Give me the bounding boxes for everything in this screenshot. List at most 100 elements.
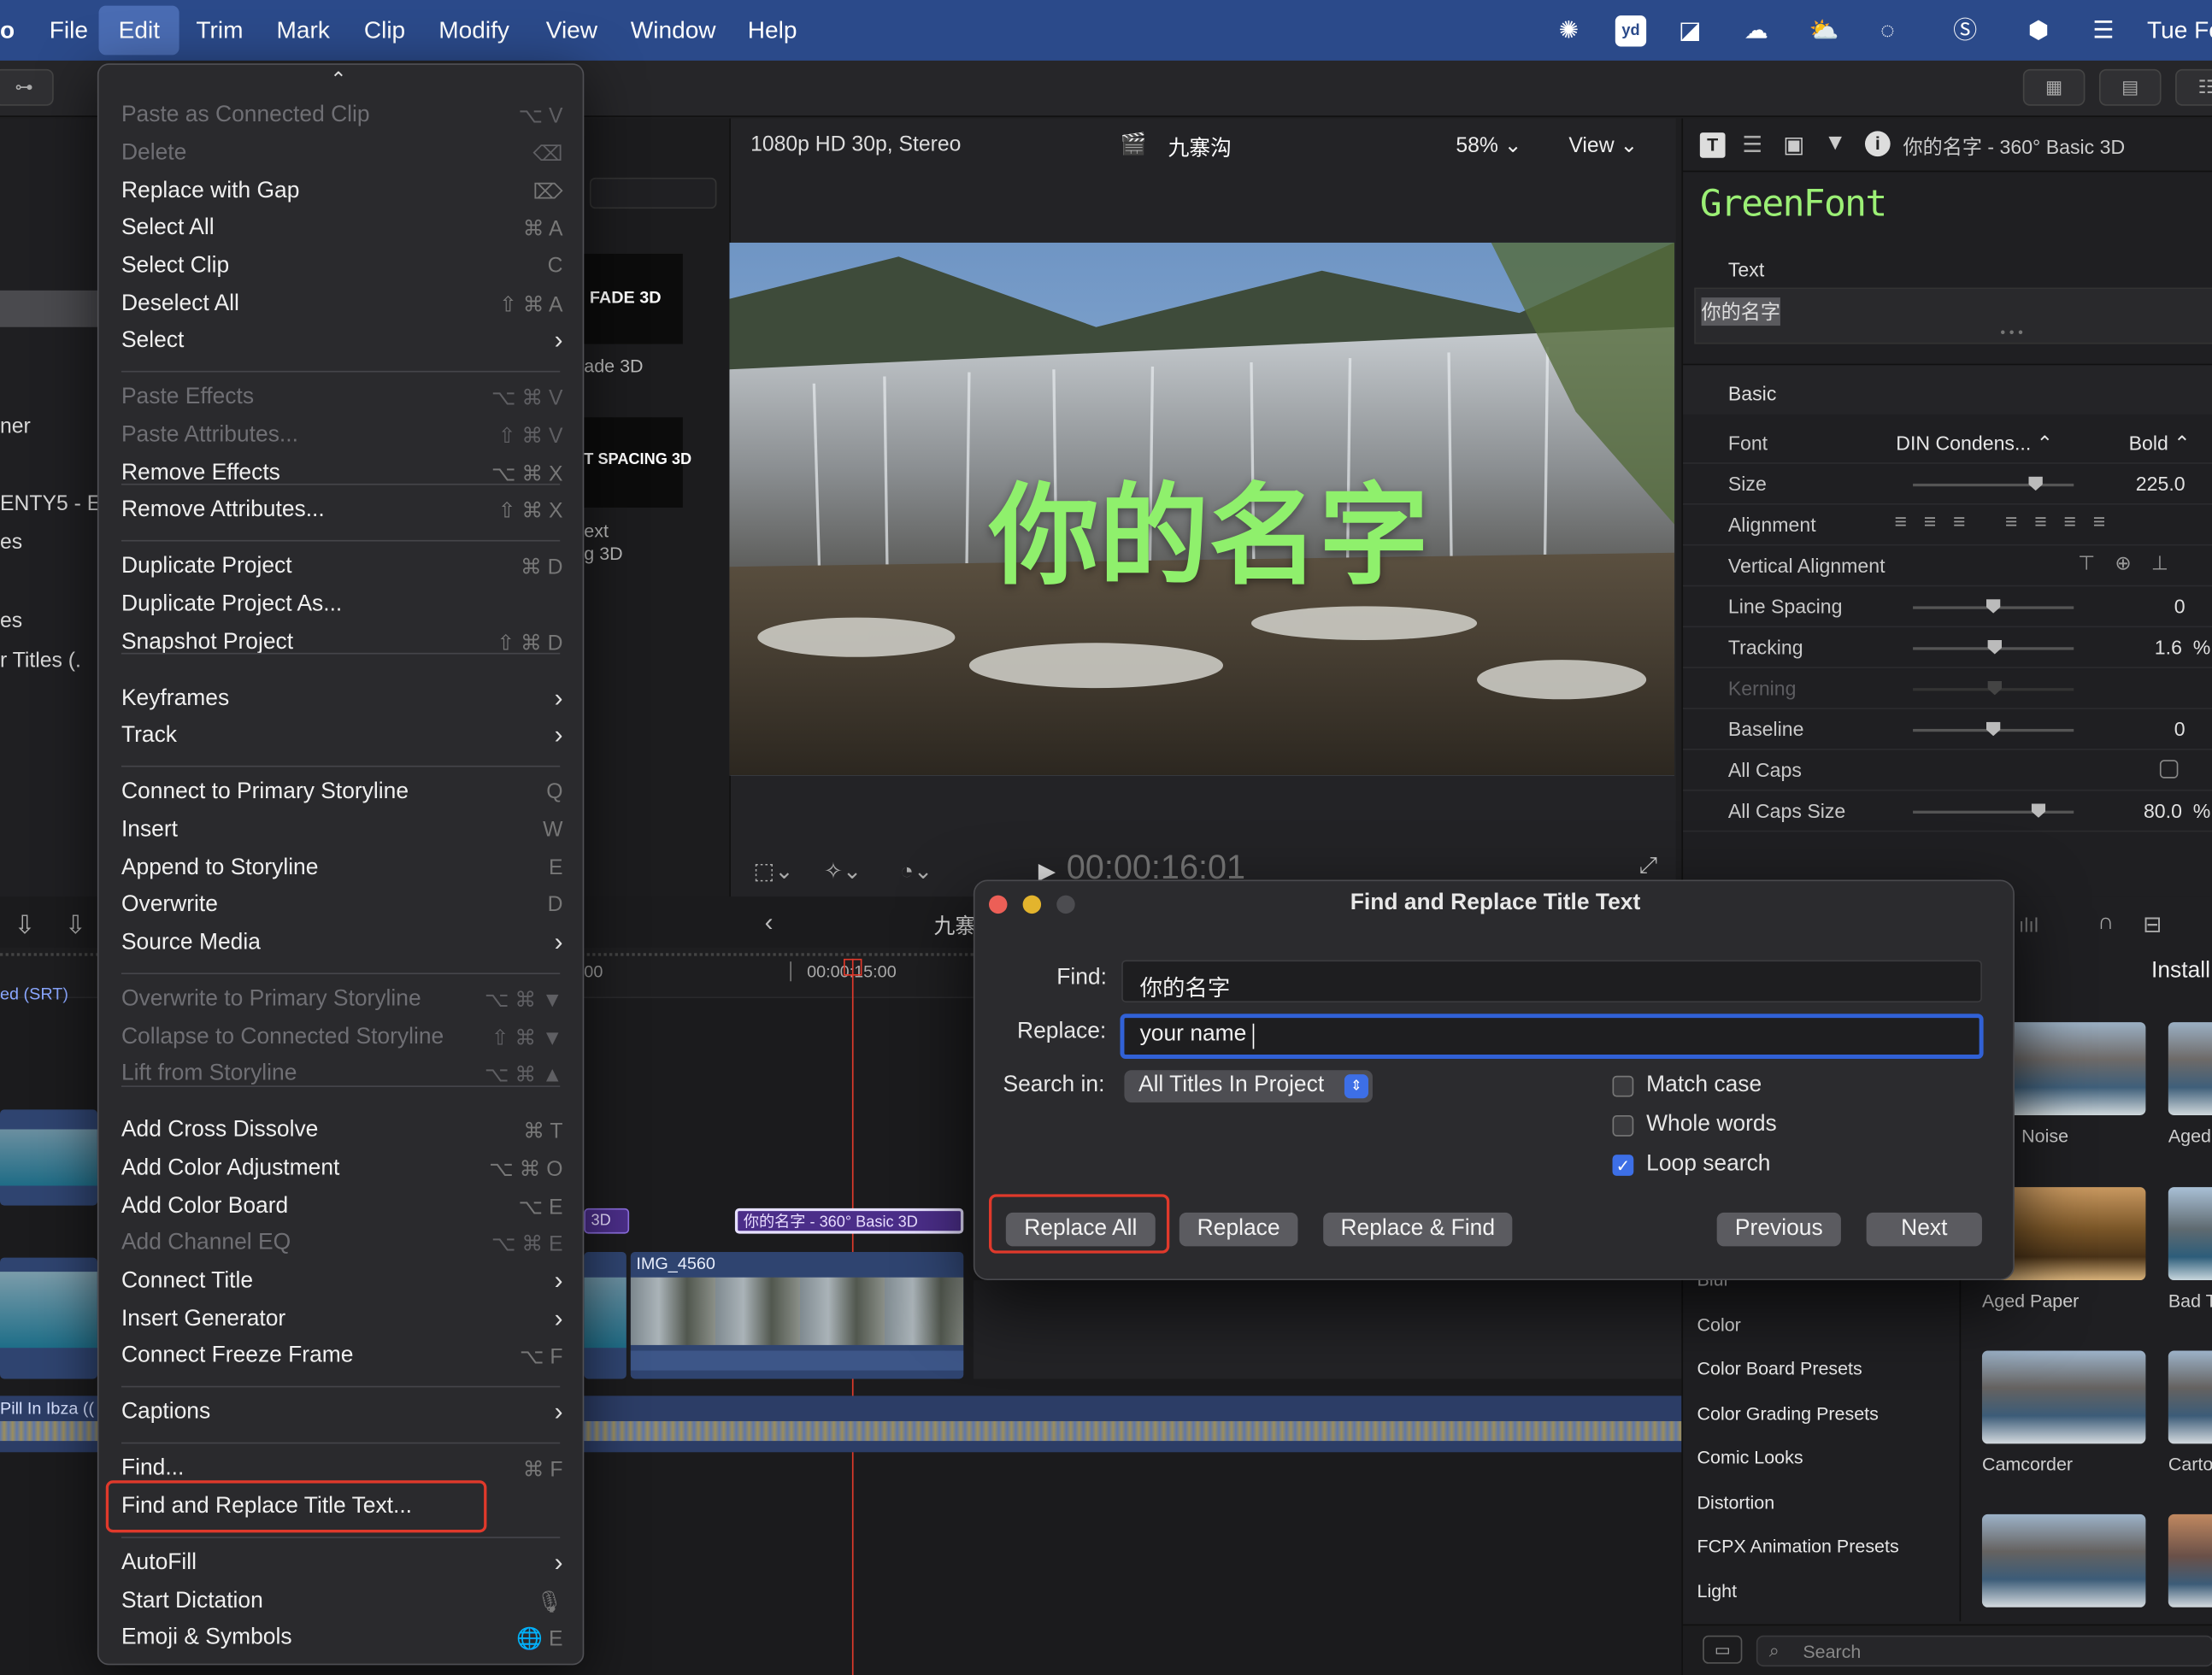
baseline-slider[interactable] <box>1913 721 2074 737</box>
line-spacing-slider[interactable] <box>1913 599 2074 614</box>
basic-section-header[interactable]: Basic <box>1683 363 2212 415</box>
size-value[interactable]: 225.0 <box>2136 473 2186 495</box>
menu-item-insert-generator[interactable]: Insert Generator › <box>121 1302 563 1339</box>
find-input[interactable]: 你的名字 <box>1121 960 1982 1003</box>
effect-thumbnail[interactable] <box>1981 1350 2146 1444</box>
menu-item-snapshot-project[interactable]: Snapshot Project ⇧ ⌘ D <box>121 626 563 663</box>
menu-view[interactable]: View <box>546 0 597 61</box>
filter-icon[interactable]: ▼ <box>1824 131 1846 156</box>
menu-item-connect-title[interactable]: Connect Title › <box>121 1265 563 1302</box>
weather-icon[interactable]: ⛅ <box>1809 15 1839 46</box>
menu-item-autofill[interactable]: AutoFill › <box>121 1547 563 1584</box>
menu-item-duplicate-project[interactable]: Duplicate Project ⌘ D <box>121 550 563 586</box>
search-in-popup[interactable]: All Titles In Project ⇕ <box>1124 1070 1373 1103</box>
timeline-layout-icon[interactable]: ▤ <box>2098 68 2162 106</box>
menu-item-add-cross-dissolve[interactable]: Add Cross Dissolve ⌘ T <box>121 1114 563 1150</box>
youdao-icon[interactable]: yd <box>1615 15 1647 47</box>
menu-item-select[interactable]: Select › <box>121 324 563 361</box>
menu-item-source-media[interactable]: Source Media › <box>121 926 563 963</box>
replace-and-find-button[interactable]: Replace & Find <box>1323 1212 1513 1247</box>
headphones-icon[interactable]: ∩ <box>2097 911 2114 937</box>
effect-thumbnail[interactable] <box>1981 1513 2146 1607</box>
openai-icon[interactable]: ✺ <box>1553 15 1584 46</box>
all-caps-size-value[interactable]: 80.0 % <box>2144 799 2210 821</box>
text-inspector-icon[interactable]: T <box>1699 132 1726 158</box>
timeline-back-button[interactable]: ‹ <box>765 908 774 937</box>
menu-clock[interactable]: Tue Fe <box>2147 0 2212 61</box>
import-icon[interactable]: ⇩ <box>15 911 36 941</box>
title-overlay-text[interactable]: 你的名字 <box>989 449 1429 607</box>
sidebar-toggle-icon[interactable]: ▭ <box>1703 1635 1743 1664</box>
menu-item-start-dictation[interactable]: Start Dictation 🎙 <box>121 1584 563 1621</box>
resize-handle[interactable]: • • • <box>2000 326 2023 341</box>
menu-item-captions[interactable]: Captions › <box>121 1396 563 1432</box>
title-clip[interactable]: 3D <box>584 1208 630 1234</box>
replace-button[interactable]: Replace <box>1179 1212 1298 1247</box>
loop-search-checkbox[interactable]: ✓ <box>1612 1155 1634 1176</box>
chat-icon[interactable]: ◌ <box>1872 15 1903 46</box>
menu-item-select-all[interactable]: Select All ⌘ A <box>121 211 563 248</box>
effect-thumbnail[interactable] <box>2168 1187 2212 1281</box>
tracking-slider[interactable] <box>1913 640 2074 655</box>
effects-category[interactable]: Color <box>1697 1314 1741 1336</box>
previous-button[interactable]: Previous <box>1716 1212 1841 1247</box>
menu-item-append-to-storyline[interactable]: Append to Storyline E <box>121 851 563 888</box>
menu-item-connect-freeze-frame[interactable]: Connect Freeze Frame ⌥ F <box>121 1339 563 1376</box>
title-thumbnail[interactable]: T SPACING 3D <box>584 417 691 508</box>
inspector-toggle-icon[interactable]: ☷ <box>2175 68 2212 106</box>
video-clip[interactable] <box>0 1257 97 1379</box>
font-weight-popup[interactable]: Bold ⌃ <box>2129 432 2191 455</box>
effect-thumbnail[interactable] <box>2168 1513 2212 1607</box>
sidebar-item[interactable]: ner <box>0 414 31 438</box>
video-clip[interactable] <box>0 1109 97 1206</box>
vertical-alignment-buttons[interactable]: ⊤⊕⊥ <box>2078 551 2188 575</box>
effects-category[interactable]: Distortion <box>1697 1491 1775 1513</box>
line-spacing-value[interactable]: 0 <box>2174 595 2186 617</box>
sidebar-selected-row[interactable] <box>0 290 99 327</box>
video-inspector-icon[interactable]: ▣ <box>1783 131 1804 159</box>
scrivener-icon[interactable]: Ⓢ <box>1950 15 1980 46</box>
baseline-value[interactable]: 0 <box>2174 718 2186 740</box>
menu-item-replace-with-gap[interactable]: Replace with Gap ⌦ <box>121 175 563 212</box>
font-family-popup[interactable]: DIN Condens... ⌃ <box>1896 432 2053 455</box>
title-clip-selected[interactable]: 你的名字 - 360° Basic 3D <box>734 1208 964 1234</box>
replace-input[interactable]: your name <box>1120 1014 1984 1059</box>
info-icon[interactable]: i <box>1864 131 1891 157</box>
view-dropdown[interactable]: View ⌄ <box>1568 132 1638 158</box>
menu-clip[interactable]: Clip <box>364 0 405 61</box>
sidebar-item[interactable]: es <box>0 530 22 554</box>
match-case-checkbox[interactable] <box>1612 1075 1634 1097</box>
browser-layout-icon[interactable]: ▦ <box>2022 68 2086 106</box>
menu-item-track[interactable]: Track › <box>121 719 563 755</box>
menu-item-duplicate-project-as[interactable]: Duplicate Project As... <box>121 588 563 625</box>
zoom-dropdown[interactable]: 58% ⌄ <box>1456 132 1521 158</box>
app-menu[interactable]: o <box>0 0 15 61</box>
size-slider[interactable] <box>1913 476 2074 491</box>
menu-file[interactable]: File <box>50 0 88 61</box>
menu-item-emoji-symbols[interactable]: Emoji & Symbols 🌐 E <box>121 1621 563 1658</box>
menu-trim[interactable]: Trim <box>196 0 243 61</box>
effect-thumbnail[interactable] <box>2168 1022 2212 1115</box>
effects-category[interactable]: FCPX Animation Presets <box>1697 1536 1899 1557</box>
all-caps-checkbox[interactable] <box>2159 760 2179 779</box>
menu-item-add-color-adjustment[interactable]: Add Color Adjustment ⌥ ⌘ O <box>121 1152 563 1189</box>
effects-search-input[interactable]: ⌕ Search <box>1756 1635 2212 1667</box>
effect-thumbnail[interactable] <box>2168 1350 2212 1444</box>
control-center-icon[interactable]: ☰ <box>2088 15 2119 46</box>
menu-item-add-color-board[interactable]: Add Color Board ⌥ E <box>121 1190 563 1226</box>
menu-item-remove-attributes[interactable]: Remove Attributes... ⇧ ⌘ X <box>121 493 563 530</box>
paragraph-icon[interactable]: ☰ <box>1742 131 1762 159</box>
menu-edit[interactable]: Edit <box>98 5 180 56</box>
menu-mark[interactable]: Mark <box>276 0 329 61</box>
shield-icon[interactable]: ⬢ <box>2023 15 2054 46</box>
speed-icon[interactable]: ◔⌄ <box>900 857 932 885</box>
effects-category[interactable]: Color Grading Presets <box>1697 1403 1879 1425</box>
effects-category[interactable]: Light <box>1697 1580 1738 1602</box>
playhead-handle[interactable] <box>843 958 862 976</box>
effects-category[interactable]: Color Board Presets <box>1697 1358 1862 1379</box>
menu-item-deselect-all[interactable]: Deselect All ⇧ ⌘ A <box>121 288 563 325</box>
sidebar-item[interactable]: r Titles (. <box>0 649 81 673</box>
all-caps-size-slider[interactable] <box>1913 803 2074 818</box>
browser-search-field[interactable] <box>589 177 717 209</box>
title-thumbnail[interactable]: FADE 3D <box>584 253 683 344</box>
